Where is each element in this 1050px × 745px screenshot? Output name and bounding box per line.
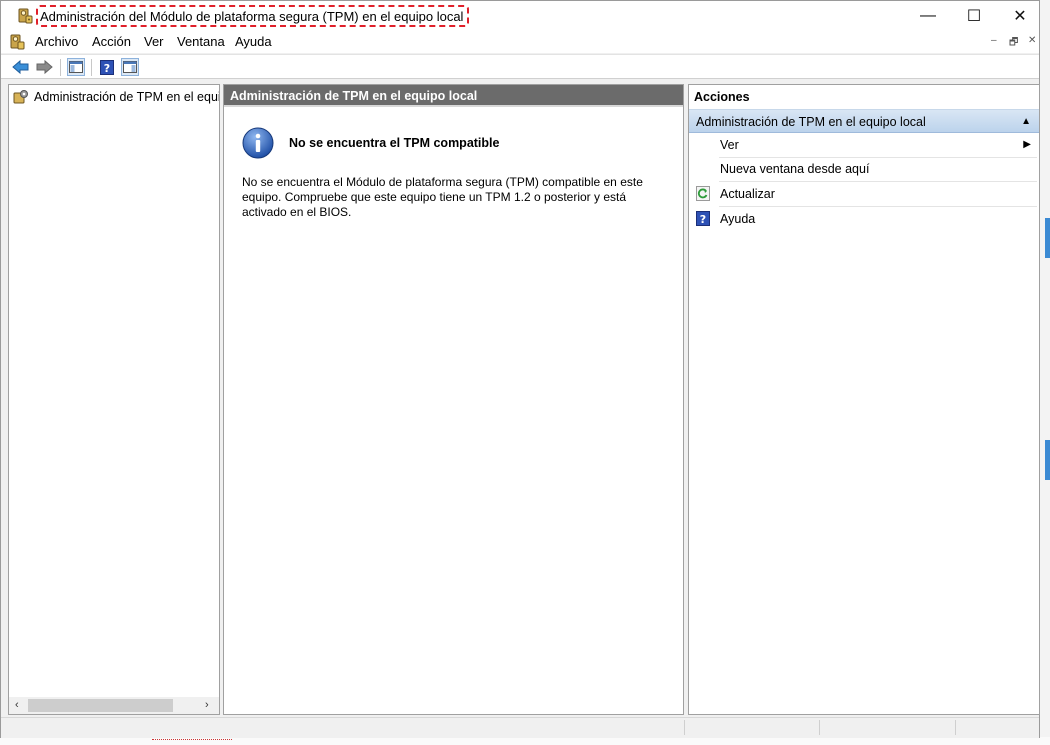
tree-item-tpm-root[interactable]: Administración de TPM en el equipo local <box>13 88 219 106</box>
background-window-bottom <box>0 737 1050 745</box>
mdi-minimize-button[interactable]: – <box>991 35 997 46</box>
menu-accion[interactable]: Acción <box>92 34 131 49</box>
action-actualizar[interactable]: Actualizar <box>689 182 1039 206</box>
tree-item-label: Administración de TPM en el equipo local <box>34 90 219 104</box>
menu-bar: Archivo Acción Ver Ventana Ayuda – 🗗 ✕ <box>1 31 1039 53</box>
help-button[interactable]: ? <box>98 58 116 76</box>
window-title: Administración del Módulo de plataforma … <box>36 5 470 27</box>
action-label: Nueva ventana desde aquí <box>720 162 870 176</box>
action-label: Ayuda <box>720 212 756 226</box>
system-menu-icon[interactable] <box>9 34 25 50</box>
tpm-app-icon <box>18 8 33 24</box>
forward-button[interactable] <box>35 58 53 76</box>
show-hide-action-pane-icon <box>123 61 137 73</box>
results-pane: Administración de TPM en el equipo local… <box>223 84 684 715</box>
menu-archivo[interactable]: Archivo <box>35 34 78 49</box>
action-label: Ver <box>720 138 739 152</box>
svg-text:?: ? <box>700 213 706 226</box>
menu-ventana[interactable]: Ventana <box>177 34 225 49</box>
info-icon <box>242 127 274 159</box>
console-tree-pane: Administración de TPM en el equipo local… <box>8 84 220 715</box>
svg-text:?: ? <box>104 62 110 75</box>
menu-ver[interactable]: Ver <box>144 34 164 49</box>
info-message: No se encuentra el Módulo de plataforma … <box>242 175 643 219</box>
background-accent <box>1045 218 1050 258</box>
collapse-up-icon[interactable]: ▲ <box>1021 110 1031 134</box>
action-ver[interactable]: Ver ▶ <box>689 133 1039 157</box>
mmc-window: Administración del Módulo de plataforma … <box>0 0 1040 738</box>
forward-icon <box>36 59 53 75</box>
actions-header: Acciones <box>689 85 1039 109</box>
tree-horizontal-scrollbar[interactable]: ‹ › <box>9 697 219 714</box>
show-hide-console-tree-button[interactable] <box>67 58 85 76</box>
results-pane-header: Administración de TPM en el equipo local <box>224 85 683 107</box>
actions-pane: Acciones Administración de TPM en el equ… <box>688 84 1040 715</box>
submenu-arrow-icon: ▶ <box>1023 139 1031 150</box>
toolbar: ? <box>1 54 1039 79</box>
action-nueva-ventana[interactable]: Nueva ventana desde aquí <box>689 157 1039 181</box>
show-hide-console-tree-icon <box>69 61 83 73</box>
action-label: Actualizar <box>720 187 775 201</box>
refresh-icon <box>696 186 710 201</box>
show-hide-action-pane-button[interactable] <box>121 58 139 76</box>
menu-ayuda[interactable]: Ayuda <box>235 34 272 49</box>
action-ayuda[interactable]: ? Ayuda <box>689 207 1039 231</box>
actions-group-tpm[interactable]: Administración de TPM en el equipo local… <box>689 109 1039 133</box>
tpm-snapin-icon <box>13 90 28 104</box>
background-window-edge <box>1040 0 1050 745</box>
help-icon: ? <box>100 59 114 75</box>
actions-group-label: Administración de TPM en el equipo local <box>696 115 926 129</box>
minimize-button[interactable]: — <box>905 1 951 31</box>
scroll-right-icon[interactable]: › <box>205 699 209 711</box>
back-button[interactable] <box>12 58 30 76</box>
title-bar[interactable]: Administración del Módulo de plataforma … <box>1 1 1039 31</box>
status-bar <box>1 717 1039 738</box>
scrollbar-thumb[interactable] <box>28 699 173 712</box>
info-title: No se encuentra el TPM compatible <box>289 136 500 150</box>
maximize-button[interactable]: ☐ <box>951 1 997 31</box>
help-icon: ? <box>696 211 710 226</box>
mdi-restore-button[interactable]: 🗗 <box>1009 35 1018 52</box>
close-button[interactable]: ✕ <box>997 1 1043 31</box>
background-accent <box>1045 440 1050 480</box>
mdi-close-button[interactable]: ✕ <box>1028 35 1036 46</box>
scroll-left-icon[interactable]: ‹ <box>15 699 19 711</box>
back-icon <box>12 59 29 75</box>
